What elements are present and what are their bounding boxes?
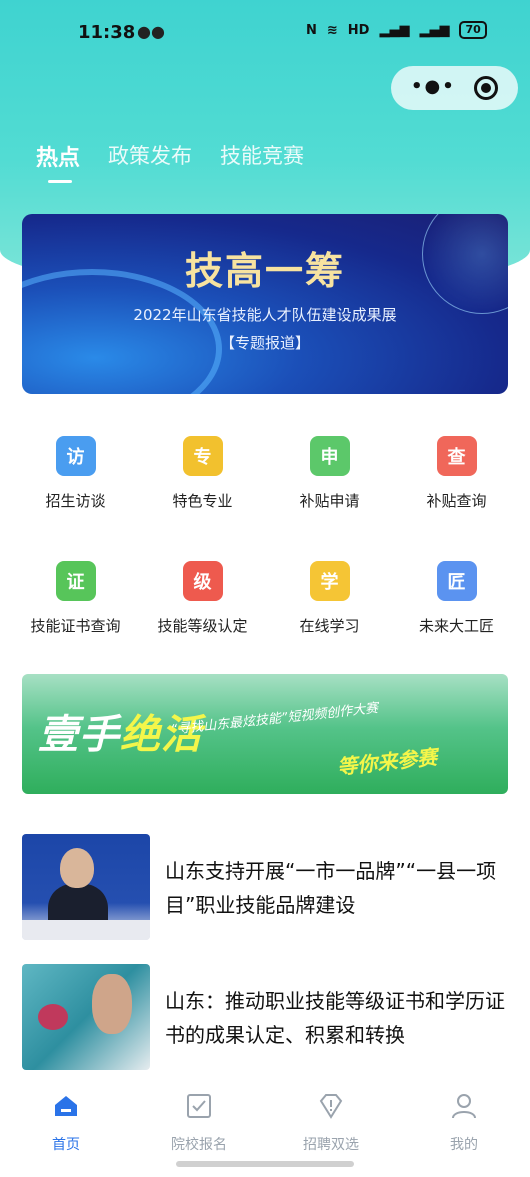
grid-item-label: 特色专业 [172,492,233,510]
grid-item-label: 技能证书查询 [30,617,121,635]
banner-subtitle: 2022年山东省技能人才队伍建设成果展 [133,306,397,324]
news-item[interactable]: 山东支持开展“一市一品牌”“一县一项目”职业技能品牌建设 [22,834,508,940]
status-bar: 11:38 ●● N ≋ HD ▂▄▆ ▂▄▆ 70 [0,18,530,52]
promo-cta: 等你来参赛 [336,744,439,780]
tabbar-label: 招聘双选 [303,1137,359,1153]
system-icons: N ≋ HD ▂▄▆ ▂▄▆ 70 [306,21,487,39]
tabbar-enrollment[interactable]: 院校报名 [149,1092,249,1154]
feature-banner[interactable]: 技高一筹 2022年山东省技能人才队伍建设成果展 【专题报道】 [22,214,508,394]
promo-banner[interactable]: 壹手绝活 “寻找山东最炫技能”短视频创作大赛 等你来参赛 [22,674,508,794]
wifi-icon: ≋ [326,22,338,38]
tabbar-recruitment[interactable]: 招聘双选 [281,1092,381,1154]
subsidy-apply-icon: 申 [309,436,350,476]
future-craftsman-icon: 匠 [436,561,477,601]
grid-item-featured-major[interactable]: 专 特色专业 [139,436,266,511]
service-grid: 访 招生访谈 专 特色专业 申 补贴申请 查 补贴查询 证 技能证书查询 级 技… [12,436,520,636]
banner-title: 技高一筹 [184,248,345,293]
signal-icon: ▂▄▆ [419,22,450,38]
top-tabs: 热点 政策发布 技能竞赛 [36,140,304,183]
banner-tag: 【专题报道】 [219,334,310,352]
tab-competition[interactable]: 技能竞赛 [220,140,304,172]
grid-item-skill-level[interactable]: 级 技能等级认定 [139,561,266,636]
grid-item-label: 技能等级认定 [157,617,248,635]
grid-item-label: 补贴查询 [426,492,487,510]
user-icon [452,1094,476,1119]
wechat-icon: ●● [137,22,165,41]
grid-item-student-interview[interactable]: 访 招生访谈 [12,436,139,511]
grid-item-label: 补贴申请 [299,492,360,510]
close-target-icon[interactable] [474,76,498,100]
thumbnail-desk [22,920,150,940]
promo-title-a: 壹手 [38,712,120,758]
hd-icon: HD [347,22,370,38]
online-learning-icon: 学 [309,561,350,601]
news-title: 山东支持开展“一市一品牌”“一县一项目”职业技能品牌建设 [165,859,497,917]
student-interview-icon: 访 [55,436,96,476]
tabbar-label: 我的 [450,1137,478,1153]
news-title: 山东：推动职业技能等级证书和学历证书的成果认定、积累和转换 [165,989,505,1047]
more-icon[interactable]: •●• [411,76,456,97]
news-thumbnail [22,834,150,940]
certificate-query-icon: 证 [55,561,96,601]
grid-item-subsidy-apply[interactable]: 申 补贴申请 [266,436,393,511]
nfc-icon: N [306,22,317,38]
tabbar-label: 首页 [52,1137,80,1153]
signal-icon: ▂▄▆ [379,22,410,38]
grid-item-label: 在线学习 [299,617,360,635]
thumbnail-rose [38,1004,68,1030]
news-thumbnail [22,964,150,1070]
grid-item-label: 招生访谈 [45,492,106,510]
thumbnail-face [60,848,94,888]
tab-policy[interactable]: 政策发布 [108,140,192,172]
tab-hot[interactable]: 热点 [36,140,80,183]
diamond-alert-icon [319,1094,343,1119]
news-item[interactable]: 山东：推动职业技能等级证书和学历证书的成果认定、积累和转换 [22,964,508,1070]
home-indicator[interactable] [176,1161,354,1167]
miniprogram-capsule: •●• [391,66,518,110]
grid-item-subsidy-query[interactable]: 查 补贴查询 [393,436,520,511]
thumbnail-face [92,974,132,1034]
grid-item-label: 未来大工匠 [418,617,494,635]
tabbar-label: 院校报名 [171,1137,227,1153]
grid-item-online-learning[interactable]: 学 在线学习 [266,561,393,636]
grid-item-certificate-query[interactable]: 证 技能证书查询 [12,561,139,636]
featured-major-icon: 专 [182,436,223,476]
skill-level-icon: 级 [182,561,223,601]
status-time: 11:38 [78,22,136,43]
tabbar-mine[interactable]: 我的 [414,1092,514,1154]
home-icon [55,1096,77,1116]
checkbox-icon [187,1094,211,1118]
battery-icon: 70 [459,21,487,39]
tabbar-home[interactable]: 首页 [16,1092,116,1154]
grid-item-future-craftsman[interactable]: 匠 未来大工匠 [393,561,520,636]
subsidy-query-icon: 查 [436,436,477,476]
